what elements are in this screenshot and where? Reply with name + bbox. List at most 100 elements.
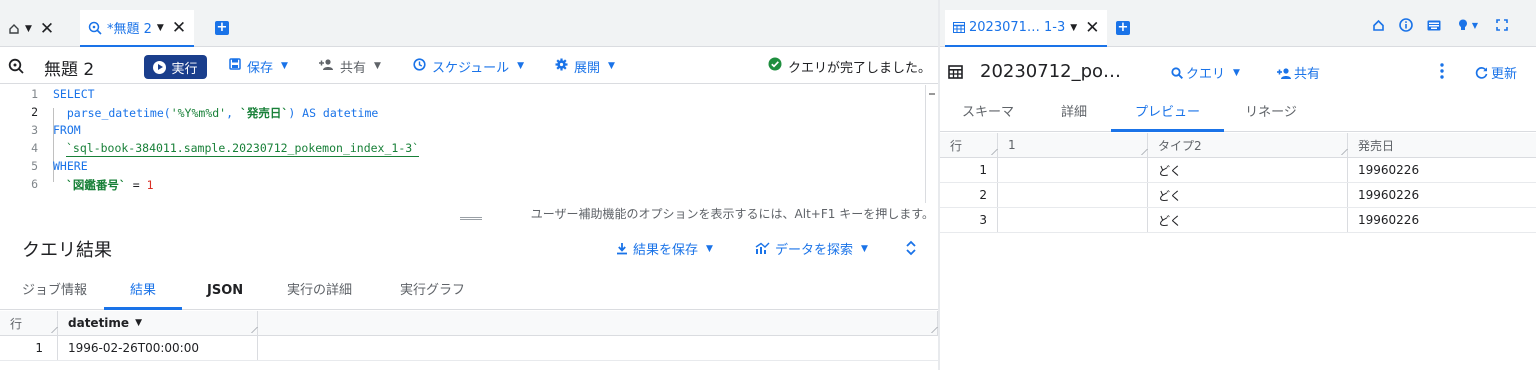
row-number: 1 — [0, 336, 58, 360]
schedule-button[interactable]: スケジュール ▼ — [413, 48, 524, 84]
more-options-button[interactable] — [1440, 63, 1444, 83]
close-icon[interactable]: ✕ — [40, 19, 54, 39]
play-icon — [153, 60, 167, 74]
table-row[interactable]: 1 1996-02-26T00:00:00 — [0, 336, 938, 361]
add-icon: + — [215, 20, 229, 35]
column-header-type2[interactable]: タイプ2 — [1148, 133, 1348, 157]
table-tabs: スキーマ 詳細 プレビュー リネージ — [940, 96, 1536, 132]
line-number: 5 — [31, 159, 38, 173]
cell-col1 — [998, 158, 1148, 182]
column-resize-handle[interactable] — [1336, 149, 1348, 155]
line-number: 1 — [31, 87, 38, 101]
column-header-datetime[interactable]: datetime ▼ — [58, 311, 258, 335]
query-label: クエリ — [1186, 67, 1226, 82]
chevron-down-icon: ▼ — [861, 243, 868, 254]
tab-json[interactable]: JSON — [203, 272, 247, 310]
table-row[interactable]: 2 どく 19960226 — [940, 183, 1536, 208]
resize-handle[interactable] — [460, 217, 482, 220]
keyboard-icon[interactable] — [1427, 18, 1441, 32]
status-text: クエリが完了しました。 — [788, 60, 932, 76]
cell-type2: どく — [1148, 158, 1348, 182]
header-icon-group: ▼ — [1357, 18, 1509, 32]
share-button[interactable]: 共有 ▼ — [318, 48, 381, 84]
refresh-button[interactable]: 更新 — [1475, 63, 1517, 82]
tab-execution-graph[interactable]: 実行グラフ — [396, 272, 469, 310]
table-row[interactable]: 3 どく 19960226 — [940, 208, 1536, 233]
deploy-button[interactable]: 展開 ▼ — [555, 48, 615, 84]
chevron-down-icon[interactable]: ▼ — [1070, 23, 1077, 33]
cell-release-date: 19960226 — [1358, 213, 1420, 227]
new-tab-button[interactable]: + — [1116, 21, 1130, 35]
column-resize-handle[interactable] — [1136, 149, 1148, 155]
chevron-down-icon[interactable]: ▼ — [157, 23, 164, 33]
sql-editor[interactable]: 1 SELECT 2 parse_datetime('%Y%m%d', `発売日… — [0, 85, 925, 203]
tab-execution-details[interactable]: 実行の詳細 — [283, 272, 356, 310]
tab-label: *無題 2 — [107, 22, 152, 37]
line-number: 4 — [31, 141, 38, 155]
info-icon[interactable] — [1399, 18, 1413, 32]
explore-data-button[interactable]: データを探索 ▼ — [755, 239, 868, 258]
column-resize-handle[interactable] — [926, 327, 938, 333]
save-button[interactable]: 保存 ▼ — [229, 48, 288, 84]
cell-type2: どく — [1148, 183, 1348, 207]
tab-lineage[interactable]: リネージ — [1236, 96, 1306, 132]
share-label: 共有 — [340, 60, 367, 76]
explore-label: データを探索 — [775, 243, 854, 258]
code-line-6: `図鑑番号` = 1 — [66, 178, 154, 192]
lightbulb-icon[interactable]: ▼ — [1455, 18, 1481, 32]
column-resize-handle[interactable] — [246, 327, 258, 333]
right-tab-strip: 2023071… 1-3 ▼ ✕ + ▼ — [940, 0, 1536, 47]
results-tabs: ジョブ情報 結果 JSON 実行の詳細 実行グラフ — [0, 272, 938, 310]
close-icon[interactable]: ✕ — [1085, 18, 1099, 38]
add-person-icon — [1276, 67, 1292, 79]
deploy-label: 展開 — [574, 60, 601, 76]
tab-untitled-2[interactable]: *無題 2 ▼ ✕ — [80, 10, 195, 47]
save-results-button[interactable]: 結果を保存 ▼ — [616, 239, 713, 258]
close-icon[interactable]: ✕ — [172, 18, 186, 38]
run-label: 実行 — [171, 61, 198, 77]
gear-icon — [555, 58, 568, 75]
tab-table-preview[interactable]: 2023071… 1-3 ▼ ✕ — [945, 10, 1108, 47]
column-header-release-date[interactable]: 発売日 — [1348, 133, 1536, 157]
table-icon — [953, 22, 965, 33]
empty-header-cell — [258, 311, 938, 335]
run-button[interactable]: 実行 — [144, 55, 207, 79]
column-resize-handle[interactable] — [986, 149, 998, 155]
row-number: 1 — [940, 158, 998, 182]
home-tab[interactable]: ▼ ✕ — [8, 10, 54, 47]
code-line-3: FROM — [53, 123, 81, 137]
cell-release-date: 19960226 — [1358, 188, 1420, 202]
fullscreen-icon[interactable] — [1495, 18, 1509, 32]
expand-collapse-button[interactable] — [905, 239, 917, 261]
editor-scrollbar[interactable] — [925, 85, 938, 203]
more-vert-icon — [1440, 63, 1444, 79]
results-header-row: 行 datetime ▼ — [0, 311, 938, 336]
preview-header-row: 行 1 タイプ2 発売日 — [940, 133, 1536, 158]
tab-results[interactable]: 結果 — [104, 272, 182, 310]
row-number-header: 行 — [940, 133, 998, 157]
table-row[interactable]: 1 どく 19960226 — [940, 158, 1536, 183]
cell-col1 — [998, 183, 1148, 207]
row-number: 3 — [940, 208, 998, 232]
table-reference: `sql-book-384011.sample.20230712_pokemon… — [66, 141, 420, 157]
table-icon — [948, 65, 963, 79]
cell-col1 — [998, 208, 1148, 232]
share-button[interactable]: 共有 — [1276, 63, 1320, 82]
code-line-4: `sql-book-384011.sample.20230712_pokemon… — [53, 141, 420, 157]
accessibility-hint: ユーザー補助機能のオプションを表示するには、Alt+F1 キーを押します。 — [530, 207, 934, 221]
new-tab-button[interactable]: + — [215, 21, 229, 35]
tab-details[interactable]: 詳細 — [1048, 96, 1100, 132]
column-resize-handle[interactable] — [46, 327, 58, 333]
chevron-down-icon: ▼ — [1471, 20, 1479, 30]
tab-job-info[interactable]: ジョブ情報 — [18, 272, 91, 310]
chevron-down-icon: ▼ — [1233, 67, 1240, 78]
query-title: 無題 2 — [44, 60, 95, 80]
tab-schema[interactable]: スキーマ — [950, 96, 1026, 132]
chevron-down-icon[interactable]: ▼ — [25, 24, 32, 34]
column-header-1[interactable]: 1 — [998, 133, 1148, 157]
home-icon[interactable] — [1371, 18, 1385, 32]
query-icon — [88, 21, 102, 35]
query-button[interactable]: クエリ ▼ — [1171, 63, 1240, 82]
table-title: 20230712_po… — [980, 61, 1122, 82]
tab-preview[interactable]: プレビュー — [1111, 96, 1224, 132]
